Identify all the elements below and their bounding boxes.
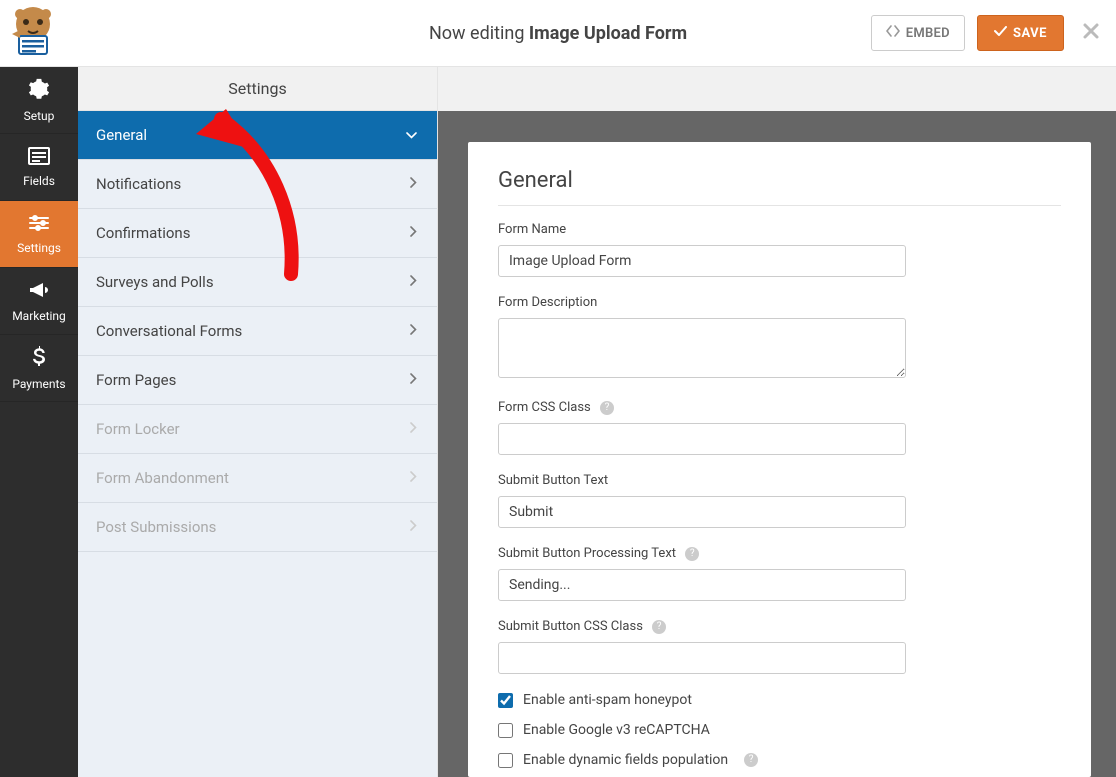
- check-recaptcha-row: Enable Google v3 reCAPTCHA: [498, 722, 1061, 738]
- settings-item-label: Notifications: [96, 175, 181, 193]
- settings-item-formpages[interactable]: Form Pages: [78, 356, 437, 405]
- chevron-right-icon: [410, 176, 417, 192]
- input-submit-text[interactable]: [498, 496, 906, 528]
- field-form-css: Form CSS Class ?: [498, 400, 906, 455]
- close-icon[interactable]: [1082, 21, 1100, 46]
- check-recaptcha[interactable]: [498, 723, 513, 738]
- chevron-right-icon: [410, 225, 417, 241]
- settings-item-label: Surveys and Polls: [96, 273, 214, 291]
- label-form-css: Form CSS Class ?: [498, 400, 906, 415]
- help-icon[interactable]: ?: [652, 620, 666, 634]
- chevron-down-icon: [406, 127, 417, 143]
- wpforms-logo: [4, 4, 62, 60]
- check-dynamic-label: Enable dynamic fields population: [523, 752, 728, 768]
- help-icon[interactable]: ?: [600, 401, 614, 415]
- settings-item-surveys[interactable]: Surveys and Polls: [78, 258, 437, 307]
- settings-item-conversational[interactable]: Conversational Forms: [78, 307, 437, 356]
- settings-item-confirmations[interactable]: Confirmations: [78, 209, 437, 258]
- field-submit-text: Submit Button Text: [498, 473, 906, 528]
- settings-item-formlocker[interactable]: Form Locker: [78, 405, 437, 454]
- input-submit-processing[interactable]: [498, 569, 906, 601]
- check-honeypot[interactable]: [498, 693, 513, 708]
- rail-fields[interactable]: Fields: [0, 134, 78, 201]
- check-dynamic[interactable]: [498, 753, 513, 768]
- title-form-name: Image Upload Form: [529, 23, 687, 44]
- rail-setup[interactable]: Setup: [0, 67, 78, 134]
- save-label: SAVE: [1013, 26, 1047, 41]
- main-header-strip: [438, 67, 1116, 111]
- panel-heading: General: [498, 168, 1061, 206]
- field-form-description: Form Description: [498, 295, 906, 382]
- check-icon: [994, 26, 1007, 41]
- settings-item-label: Form Pages: [96, 371, 176, 389]
- label-form-description: Form Description: [498, 295, 906, 310]
- help-icon[interactable]: ?: [744, 753, 758, 767]
- input-submit-css[interactable]: [498, 642, 906, 674]
- save-button[interactable]: SAVE: [977, 15, 1064, 51]
- field-submit-css: Submit Button CSS Class ?: [498, 619, 906, 674]
- check-honeypot-label: Enable anti-spam honeypot: [523, 692, 692, 708]
- code-icon: [886, 25, 900, 41]
- rail-marketing[interactable]: Marketing: [0, 268, 78, 335]
- left-rail: Setup Fields Settings Marketing Payments: [0, 67, 78, 777]
- check-dynamic-row: Enable dynamic fields population ?: [498, 752, 1061, 768]
- settings-item-label: Conversational Forms: [96, 322, 242, 340]
- main-panel: General Form Name Form Description Form …: [438, 67, 1116, 777]
- chevron-right-icon: [410, 323, 417, 339]
- help-icon[interactable]: ?: [685, 547, 699, 561]
- settings-item-postsubmissions[interactable]: Post Submissions: [78, 503, 437, 552]
- label-submit-text: Submit Button Text: [498, 473, 906, 488]
- input-form-css[interactable]: [498, 423, 906, 455]
- rail-label: Marketing: [12, 309, 66, 323]
- bullhorn-icon: [28, 280, 50, 305]
- gear-icon: [28, 78, 50, 105]
- label-submit-css: Submit Button CSS Class ?: [498, 619, 906, 634]
- settings-item-label: Confirmations: [96, 224, 190, 242]
- top-bar: Now editing Image Upload Form EMBED SAVE: [0, 0, 1116, 67]
- settings-item-label: Form Locker: [96, 420, 180, 438]
- chevron-right-icon: [410, 274, 417, 290]
- check-honeypot-row: Enable anti-spam honeypot: [498, 692, 1061, 708]
- input-form-name[interactable]: [498, 245, 906, 277]
- dollar-icon: [32, 346, 46, 373]
- sliders-icon: [28, 214, 50, 237]
- rail-label: Settings: [17, 241, 61, 255]
- field-submit-processing: Submit Button Processing Text ?: [498, 546, 906, 601]
- rail-settings[interactable]: Settings: [0, 201, 78, 268]
- settings-submenu: Settings General Notifications Confirmat…: [78, 67, 438, 777]
- settings-item-label: Form Abandonment: [96, 469, 229, 487]
- settings-list: General Notifications Confirmations Surv…: [78, 111, 437, 777]
- settings-item-notifications[interactable]: Notifications: [78, 160, 437, 209]
- rail-label: Fields: [23, 174, 55, 188]
- rail-label: Payments: [12, 377, 65, 391]
- list-icon: [28, 147, 50, 170]
- chevron-right-icon: [410, 519, 417, 535]
- chevron-right-icon: [410, 421, 417, 437]
- embed-button[interactable]: EMBED: [871, 15, 965, 51]
- label-form-name: Form Name: [498, 222, 906, 237]
- chevron-right-icon: [410, 470, 417, 486]
- check-recaptcha-label: Enable Google v3 reCAPTCHA: [523, 722, 710, 738]
- settings-header: Settings: [78, 67, 437, 111]
- label-submit-processing: Submit Button Processing Text ?: [498, 546, 906, 561]
- field-form-name: Form Name: [498, 222, 906, 277]
- settings-item-general[interactable]: General: [78, 111, 437, 160]
- rail-label: Setup: [24, 109, 55, 123]
- chevron-right-icon: [410, 372, 417, 388]
- rail-payments[interactable]: Payments: [0, 335, 78, 402]
- settings-item-label: Post Submissions: [96, 518, 216, 536]
- embed-label: EMBED: [906, 26, 950, 41]
- settings-item-abandonment[interactable]: Form Abandonment: [78, 454, 437, 503]
- settings-item-label: General: [96, 126, 147, 144]
- input-form-description[interactable]: [498, 318, 906, 378]
- settings-card: General Form Name Form Description Form …: [468, 142, 1091, 777]
- title-prefix: Now editing: [429, 23, 529, 44]
